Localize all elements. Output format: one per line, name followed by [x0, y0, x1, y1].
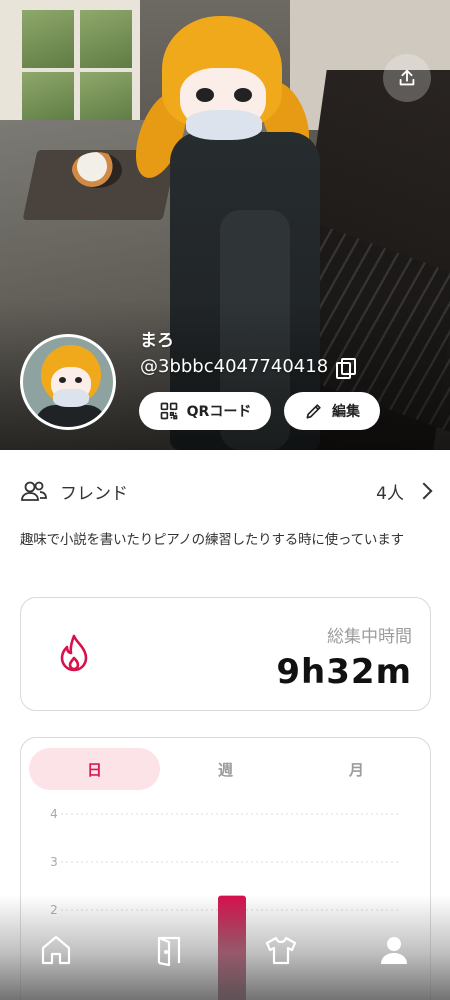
friends-label: フレンド: [60, 483, 128, 504]
focus-value: 9h32m: [276, 652, 412, 692]
copy-icon[interactable]: [336, 357, 357, 379]
period-tabs: 日 週 月: [29, 748, 422, 790]
share-button[interactable]: [383, 54, 431, 102]
tab-week[interactable]: 週: [160, 748, 291, 790]
avatar[interactable]: [20, 334, 116, 430]
y-tick-label: 4: [50, 807, 58, 821]
focus-title: 総集中時間: [327, 627, 412, 647]
people-icon: [21, 481, 47, 501]
edit-button[interactable]: 編集: [284, 392, 380, 430]
friends-count: 4人: [376, 483, 404, 504]
qr-code-button[interactable]: QRコード: [139, 392, 271, 430]
profile-icon: [380, 937, 407, 964]
pencil-icon: [306, 404, 321, 419]
tab-day[interactable]: 日: [29, 748, 160, 790]
profile-header: まろ @3bbbc4047740418 QRコード 編集: [0, 0, 450, 450]
flame-icon: [60, 634, 88, 672]
y-tick-label: 3: [50, 855, 58, 869]
nav-home[interactable]: [26, 925, 86, 975]
qr-code-label: QRコード: [186, 404, 252, 420]
username: まろ: [140, 331, 174, 351]
friends-row[interactable]: フレンド 4人: [0, 466, 450, 516]
edit-label: 編集: [332, 404, 360, 420]
door-icon: [157, 936, 180, 967]
background-window: [0, 0, 140, 135]
nav-closet[interactable]: [251, 925, 311, 975]
share-icon: [399, 69, 415, 86]
total-focus-card: 総集中時間 9h32m: [20, 597, 431, 711]
nav-room[interactable]: [139, 925, 199, 975]
user-id: @3bbbc4047740418: [140, 356, 329, 377]
bottom-nav: [0, 925, 450, 975]
cat-figure: [72, 152, 122, 188]
nav-profile[interactable]: [364, 925, 424, 975]
shirt-icon: [266, 936, 297, 965]
chevron-right-icon: [415, 482, 433, 500]
bio-text: 趣味で小説を書いたりピアノの練習したりする時に使っています: [20, 532, 404, 548]
y-tick-label: 2: [50, 903, 58, 917]
user-id-row: @3bbbc4047740418: [140, 356, 357, 379]
home-icon: [42, 935, 71, 965]
tab-month[interactable]: 月: [291, 748, 422, 790]
qr-icon: [160, 402, 177, 420]
